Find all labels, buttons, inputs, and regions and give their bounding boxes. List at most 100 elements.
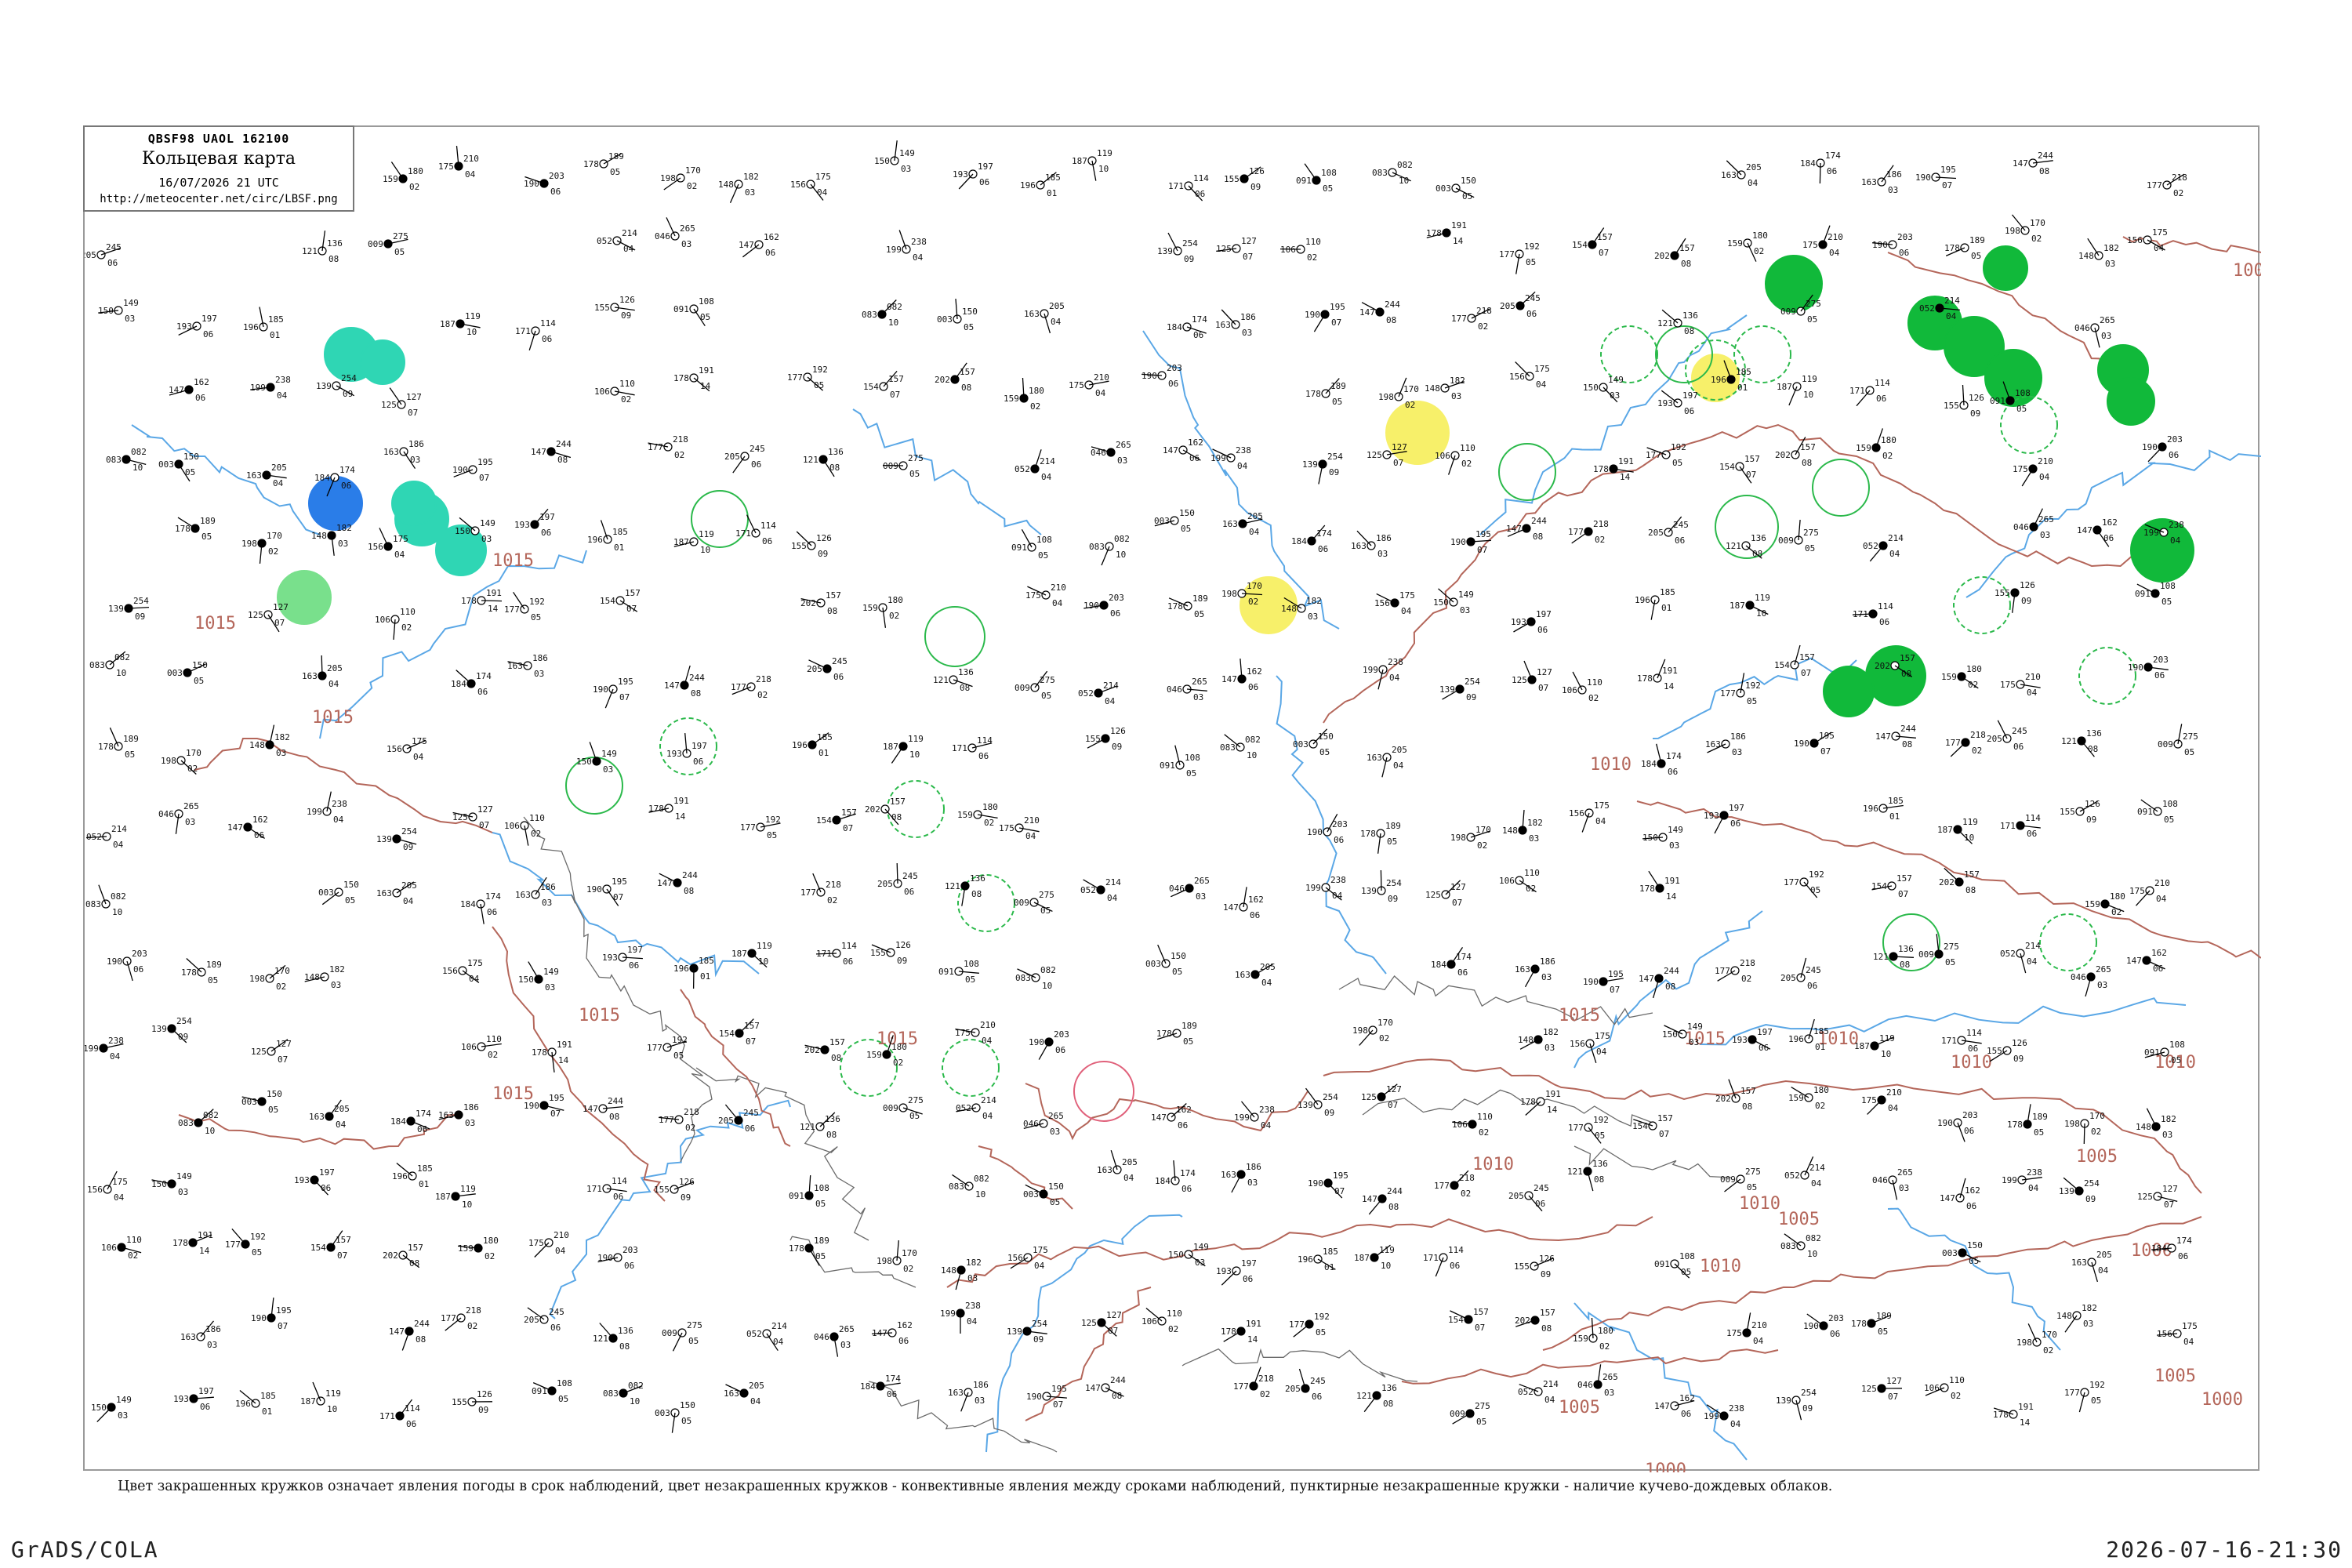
station-temperature: 150	[1168, 1250, 1184, 1260]
station-temperature: 202	[865, 804, 880, 815]
station-dewpoint: 04	[277, 390, 288, 401]
station-pressure: 218	[466, 1305, 481, 1316]
station-plot: 11010602	[1452, 1112, 1493, 1138]
station-plot: 24520506	[1500, 291, 1541, 319]
station-dewpoint: 10	[630, 1396, 640, 1406]
station-plot: 13612108	[302, 230, 343, 264]
station-plot: 10809105	[2137, 799, 2178, 825]
station-pressure: 214	[981, 1095, 996, 1105]
station-temperature: 187	[440, 319, 456, 329]
station-plot: 11918710	[440, 311, 481, 337]
station-pressure: 197	[627, 945, 643, 955]
station-temperature: 154	[600, 596, 615, 606]
station-pressure: 082	[1245, 735, 1261, 745]
station-plot: 19719306	[294, 1167, 335, 1196]
map-url[interactable]: http://meteocenter.net/circ/LBSF.png	[85, 193, 353, 205]
station-temperature: 177	[441, 1313, 456, 1323]
station-temperature: 052	[746, 1329, 762, 1339]
station-temperature: 125	[1425, 890, 1441, 900]
station-temperature: 147	[1506, 524, 1522, 534]
station-pressure: 157	[890, 797, 906, 807]
station-dewpoint: 06	[1168, 379, 1178, 389]
station-dewpoint: 04	[2170, 535, 2181, 546]
station-dewpoint: 10	[758, 956, 768, 967]
station-dewpoint: 01	[1737, 383, 1748, 393]
station-pressure: 162	[764, 232, 779, 242]
station-dewpoint: 09	[178, 1032, 188, 1042]
station-dewpoint: 06	[833, 672, 844, 682]
station-dewpoint: 03	[2083, 1319, 2093, 1329]
station-plot: 24520506	[718, 1104, 759, 1134]
station-dewpoint: 07	[1898, 889, 1908, 899]
station-pressure: 126	[2020, 580, 2035, 590]
station-temperature: 106	[461, 1042, 477, 1052]
station-plot: 12712507	[452, 804, 493, 830]
station-dewpoint: 04	[1249, 527, 1260, 537]
station-dewpoint: 05	[2164, 815, 2174, 825]
station-temperature: 083	[89, 660, 105, 670]
station-dewpoint: 04	[1544, 1395, 1555, 1405]
station-temperature: 091	[789, 1191, 804, 1201]
station-dewpoint: 04	[2156, 894, 2167, 904]
station-pressure: 174	[1666, 751, 1682, 761]
station-temperature: 159	[1573, 1334, 1588, 1344]
station-pressure: 186	[205, 1324, 221, 1334]
station-pressure: 265	[1048, 1111, 1064, 1121]
station-plot: 17019802	[241, 531, 282, 564]
station-dewpoint: 03	[1242, 328, 1252, 338]
station-plot: 17019802	[1378, 377, 1419, 410]
weather-circle-14	[391, 481, 437, 526]
station-dewpoint: 06	[1457, 967, 1468, 978]
station-temperature: 106	[1452, 1120, 1468, 1130]
station-temperature: 083	[1372, 168, 1388, 178]
station-pressure: 082	[1397, 160, 1413, 170]
station-temperature: 147	[1151, 1112, 1167, 1123]
station-temperature: 190	[1029, 1037, 1044, 1047]
station-pressure: 191	[1451, 220, 1467, 230]
station-pressure: 189	[206, 960, 222, 970]
station-pressure: 108	[2162, 799, 2178, 809]
station-pressure: 185	[1888, 796, 1904, 806]
station-temperature: 156	[87, 1185, 103, 1195]
station-temperature: 150	[518, 975, 534, 985]
station-plot: 15715407	[600, 588, 641, 614]
station-dewpoint: 05	[2161, 597, 2172, 607]
station-pressure: 205	[749, 1381, 764, 1391]
station-pressure: 210	[2154, 878, 2170, 888]
station-plot: 18015902	[1004, 377, 1044, 412]
station-dewpoint: 14	[1247, 1334, 1258, 1345]
station-plot: 11417106	[379, 1399, 420, 1429]
station-temperature: 184	[1641, 759, 1657, 769]
station-pressure: 126	[477, 1389, 492, 1399]
station-dewpoint: 05	[1807, 314, 1817, 325]
station-dewpoint: 04	[465, 169, 476, 180]
station-temperature: 148	[941, 1265, 956, 1276]
station-dewpoint: 02	[685, 1123, 695, 1133]
station-plot: 11010602	[1279, 237, 1321, 263]
station-plot: 08208310	[1372, 160, 1413, 186]
station-pressure: 191	[1618, 456, 1634, 466]
station-temperature: 121	[1356, 1391, 1372, 1401]
station-temperature: 091	[938, 967, 954, 977]
station-plot: 13612108	[1657, 309, 1698, 336]
station-dewpoint: 08	[1900, 960, 1910, 970]
isobar-label-13: 1010	[1472, 1155, 1514, 1174]
station-dewpoint: 04	[1237, 461, 1248, 471]
station-dewpoint: 14	[1453, 236, 1464, 246]
station-dewpoint: 06	[1807, 981, 1817, 991]
station-plot: 18616303	[948, 1380, 989, 1412]
station-pressure: 157	[1744, 454, 1760, 464]
station-dewpoint: 04	[967, 1316, 978, 1327]
station-pressure: 238	[332, 799, 347, 809]
station-temperature: 147	[1940, 1193, 1955, 1203]
station-pressure: 203	[1962, 1110, 1978, 1120]
station-plot: 10809105	[1296, 163, 1337, 194]
station-temperature: 155	[1994, 588, 2010, 598]
station-dewpoint: 02	[1479, 1127, 1489, 1138]
synoptic-map[interactable]: 1000101510151015101510151015101510151010…	[85, 127, 2261, 1472]
station-temperature: 147	[1359, 307, 1375, 318]
station-plot: 24414708	[1639, 966, 1679, 999]
station-temperature: 196	[792, 740, 808, 750]
station-plot: 26504603	[1167, 677, 1207, 702]
station-dewpoint: 05	[2184, 747, 2194, 757]
